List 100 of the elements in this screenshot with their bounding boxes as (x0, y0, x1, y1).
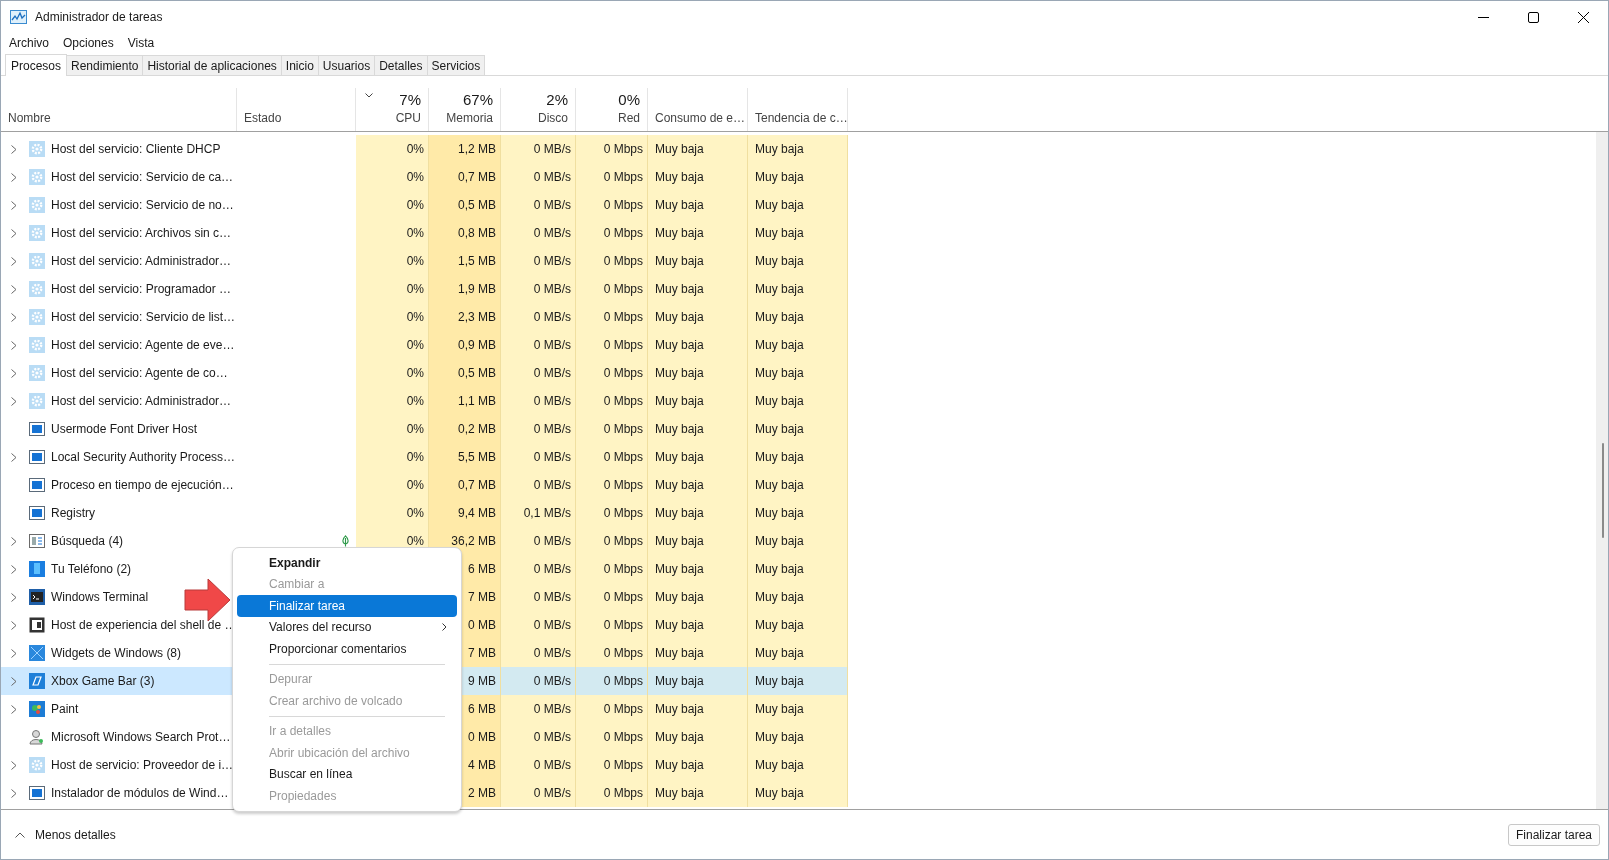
tab[interactable]: Procesos (5, 54, 68, 76)
table-cell-text: 0 MB/s (533, 533, 571, 550)
menu-item[interactable]: Vista (127, 33, 155, 52)
table-cell-text: 0,8 MB (458, 225, 496, 242)
column-header[interactable]: 0% Red (576, 88, 648, 131)
expand-chevron-icon[interactable] (11, 564, 17, 574)
table-cell-text: 0,2 MB (458, 421, 496, 438)
menu-item[interactable]: Valores del recurso (237, 616, 457, 638)
column-header[interactable]: 2% Disco (501, 88, 576, 131)
table-cell-text: Muy baja (655, 589, 704, 606)
table-cell-text: 0 Mbps (603, 533, 643, 550)
table-cell-text: 0 MB/s (533, 589, 571, 606)
column-header[interactable]: Tendencia de c… (748, 88, 848, 131)
chevron-up-icon[interactable] (15, 831, 25, 838)
menu-item[interactable]: Archivo (9, 33, 49, 52)
process-name: Usermode Font Driver Host (51, 421, 198, 438)
window-title: Administrador de tareas (35, 9, 163, 26)
table-cell-text: Muy baja (755, 645, 804, 662)
expand-chevron-icon[interactable] (11, 312, 17, 322)
table-cell-text: 9 MB (468, 673, 496, 690)
expand-chevron-icon[interactable] (11, 648, 17, 658)
table-cell-text: 0 Mbps (603, 449, 643, 466)
process-name: Windows Terminal (51, 589, 149, 606)
table-cell-text: 5,5 MB (458, 449, 496, 466)
table-cell-text: Muy baja (755, 785, 804, 802)
expand-chevron-icon[interactable] (11, 452, 17, 462)
expand-chevron-icon[interactable] (11, 228, 17, 238)
table-cell-text: 0 MB/s (533, 701, 571, 718)
table-cell-text: Muy baja (655, 673, 704, 690)
expand-chevron-icon[interactable] (11, 536, 17, 546)
table-cell-text: 0 MB/s (533, 337, 571, 354)
table-cell-text: 0 Mbps (603, 197, 643, 214)
column-header[interactable]: Consumo de e… (648, 88, 748, 131)
column-header[interactable]: 7% CPU (356, 88, 429, 131)
tab[interactable]: Rendimiento (67, 55, 144, 75)
column-label: Estado (244, 111, 282, 126)
expand-chevron-icon[interactable] (11, 284, 17, 294)
expand-chevron-icon[interactable] (11, 172, 17, 182)
table-cell-text: Muy baja (655, 253, 704, 270)
tab[interactable]: Historial de aplicaciones (143, 55, 282, 75)
tab[interactable]: Detalles (375, 55, 428, 75)
expand-chevron-icon[interactable] (11, 256, 17, 266)
column-header[interactable]: 67% Memoria (429, 88, 501, 131)
expand-chevron-icon[interactable] (11, 620, 17, 630)
table-cell-text: 0 Mbps (603, 225, 643, 242)
table-cell-text: 0 Mbps (603, 281, 643, 298)
process-name: Host del servicio: Cliente DHCP (51, 141, 221, 158)
table-cell-text: 7 MB (468, 645, 496, 662)
column-header[interactable]: Estado (237, 88, 356, 131)
process-name: Xbox Game Bar (3) (51, 673, 155, 690)
process-name: Proceso en tiempo de ejecución… (51, 477, 234, 494)
end-task-button[interactable]: Finalizar tarea (1507, 823, 1600, 846)
table-cell-text: 1,9 MB (458, 281, 496, 298)
tab[interactable]: Inicio (281, 55, 319, 75)
scrollbar-thumb[interactable] (1602, 443, 1604, 538)
column-header[interactable]: Nombre (1, 88, 237, 131)
table-cell-text: Muy baja (655, 337, 704, 354)
table-cell-text: 0 Mbps (603, 141, 643, 158)
table-cell-text: Muy baja (655, 757, 704, 774)
table-cell-text: 0 MB/s (533, 757, 571, 774)
scrollbar-track[interactable] (1596, 132, 1608, 809)
process-name: Host del servicio: Programador … (51, 281, 232, 298)
table-cell-text: 0 MB/s (533, 281, 571, 298)
menu-item[interactable]: Expandir (237, 552, 457, 574)
window-icon (29, 505, 45, 521)
table-cell-text: Muy baja (655, 281, 704, 298)
window-icon (29, 617, 45, 633)
expand-chevron-icon[interactable] (11, 340, 17, 350)
tab[interactable]: Usuarios (318, 55, 376, 75)
menu-item[interactable]: Opciones (63, 33, 114, 52)
table-cell-text: Muy baja (755, 309, 804, 326)
column-label: Disco (538, 111, 568, 126)
menu-item[interactable]: Finalizar tarea (237, 595, 457, 617)
table-cell-text: Muy baja (655, 141, 704, 158)
expand-chevron-icon[interactable] (11, 592, 17, 602)
expand-chevron-icon[interactable] (11, 144, 17, 154)
expand-chevron-icon[interactable] (11, 788, 17, 798)
table-cell-text: 0% (406, 393, 424, 410)
tab[interactable]: Servicios (427, 55, 486, 75)
expand-chevron-icon[interactable] (11, 200, 17, 210)
expand-chevron-icon[interactable] (11, 676, 17, 686)
table-cell-text: 0,5 MB (458, 365, 496, 382)
table-cell-text: 0,5 MB (458, 197, 496, 214)
table-cell-text: 1,2 MB (458, 141, 496, 158)
table-cell-text: Muy baja (655, 225, 704, 242)
annotation-arrow (184, 578, 231, 622)
expand-chevron-icon[interactable] (11, 396, 17, 406)
menu-item[interactable]: Proporcionar comentarios (237, 638, 457, 660)
menu-item[interactable]: Buscar en línea (237, 763, 457, 785)
table-cell-text: 0 MB/s (533, 617, 571, 634)
gear-icon (29, 253, 45, 269)
table-cell-text: 0% (406, 141, 424, 158)
table-cell-text: Muy baja (655, 729, 704, 746)
expand-chevron-icon[interactable] (11, 368, 17, 378)
expand-chevron-icon[interactable] (11, 704, 17, 714)
expand-chevron-icon[interactable] (11, 760, 17, 770)
table-cell-text: 2,3 MB (458, 309, 496, 326)
table-cell-text: Muy baja (655, 533, 704, 550)
fewer-details-link[interactable]: Menos detalles (35, 825, 116, 844)
table-cell-text: 0% (406, 337, 424, 354)
